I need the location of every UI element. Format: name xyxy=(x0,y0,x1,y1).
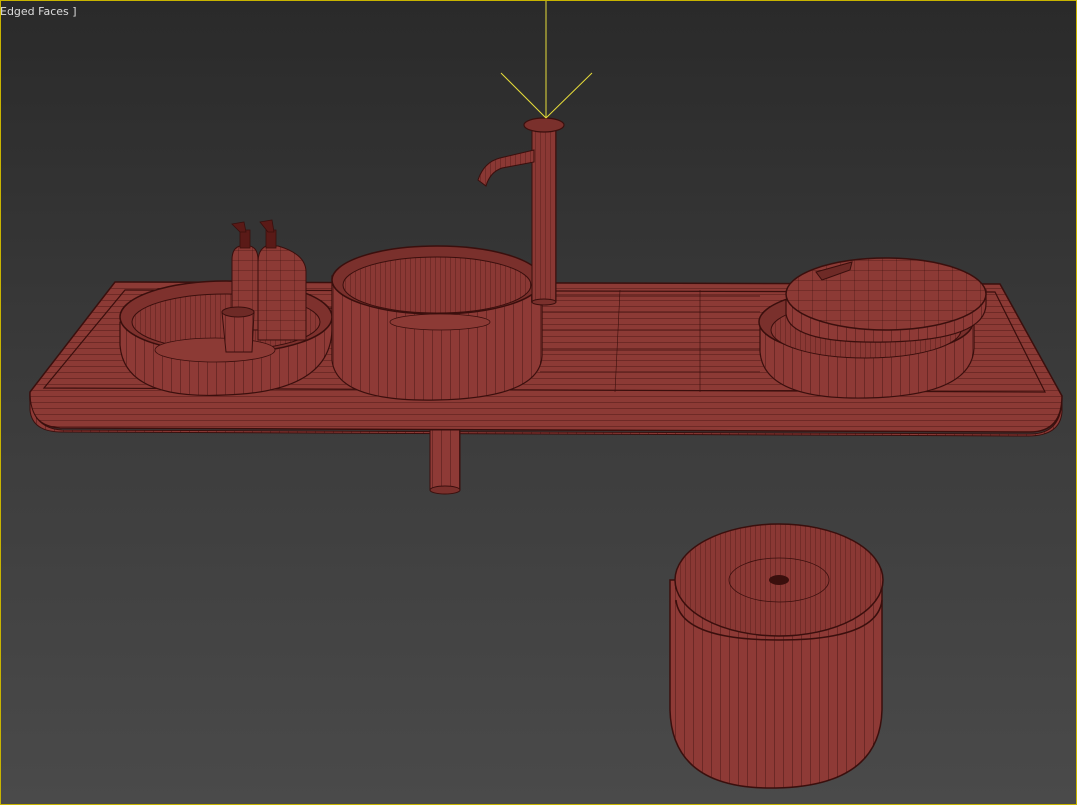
center-sink-basin[interactable] xyxy=(331,245,543,401)
drain-pipe[interactable] xyxy=(429,429,461,495)
floor-bin[interactable] xyxy=(669,523,884,789)
soap-bottle-right[interactable] xyxy=(257,219,307,341)
small-cup[interactable] xyxy=(221,306,255,353)
scene-canvas[interactable] xyxy=(0,0,1077,805)
transform-gizmo[interactable] xyxy=(500,0,593,119)
3d-viewport[interactable]: Edged Faces ] xyxy=(0,0,1077,805)
viewport-label[interactable]: Edged Faces ] xyxy=(0,5,77,18)
right-bowl-lid[interactable] xyxy=(785,257,987,343)
